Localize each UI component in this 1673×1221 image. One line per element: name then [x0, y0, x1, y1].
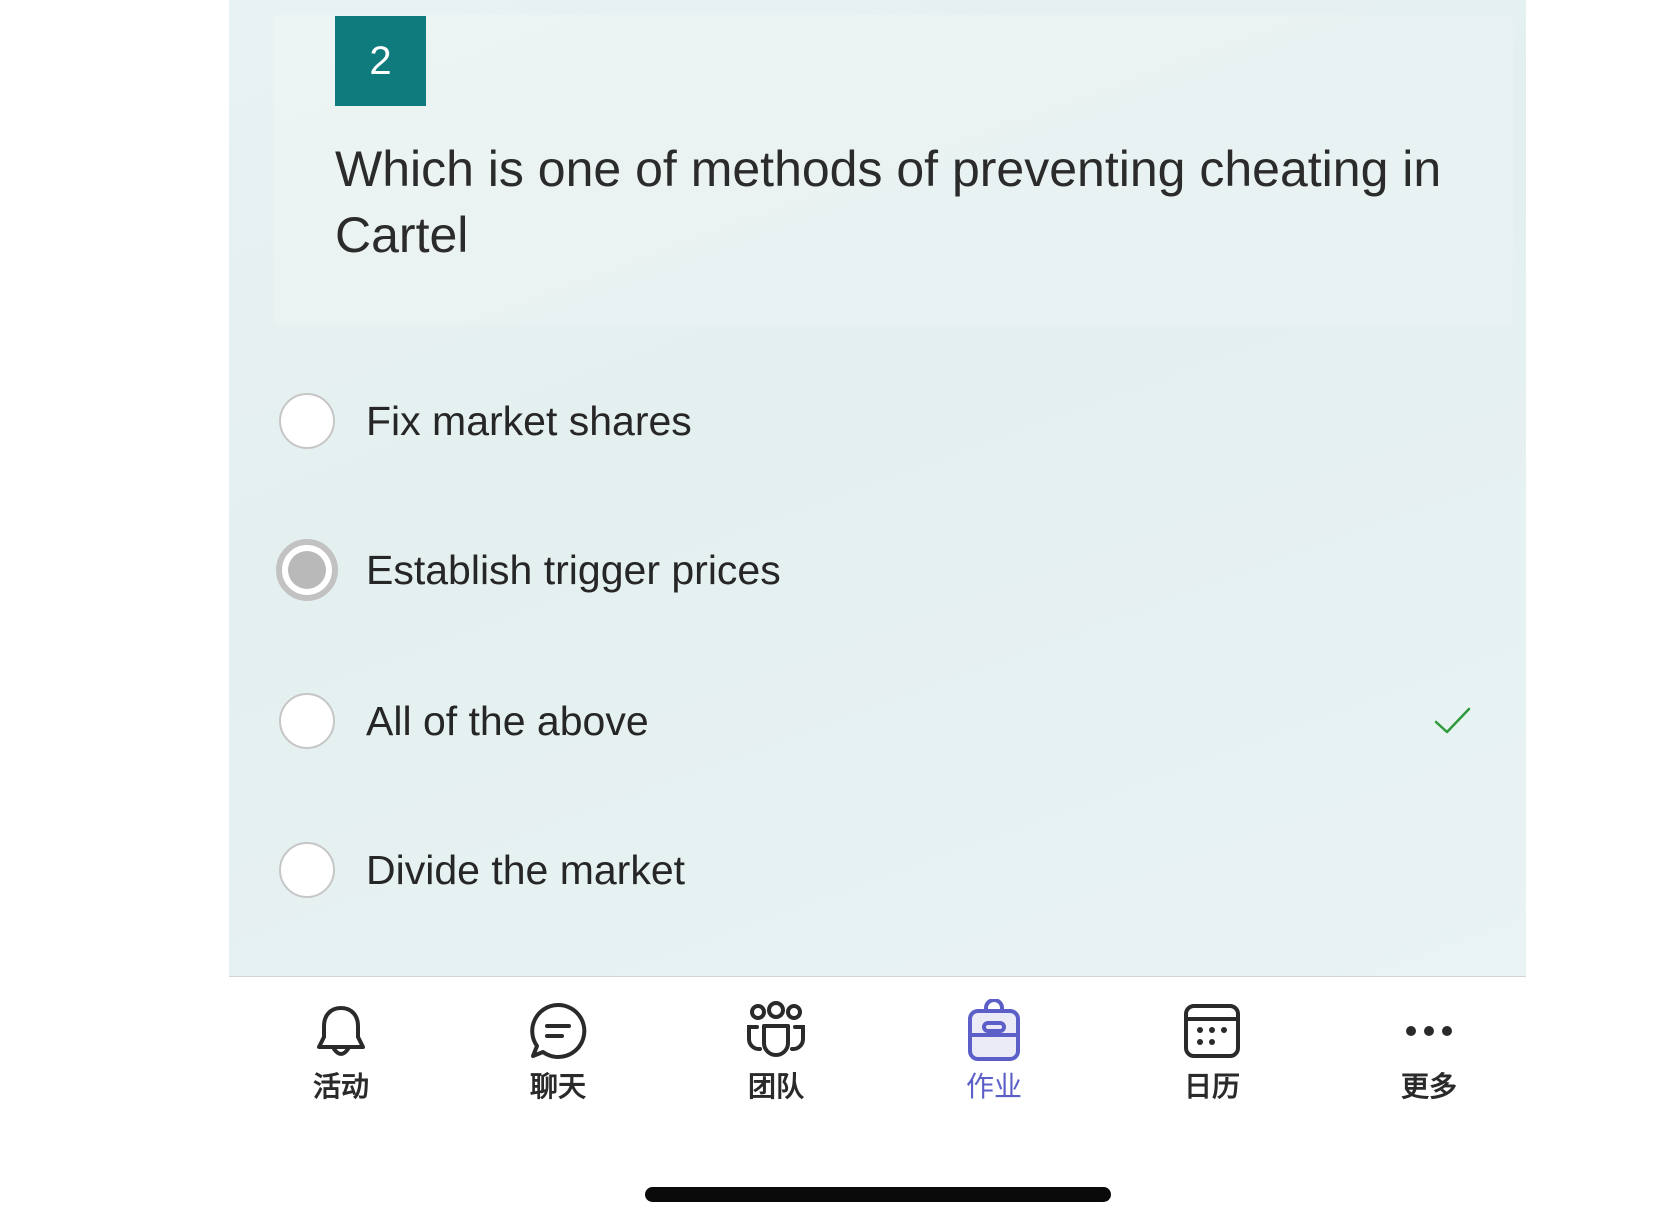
calendar-icon — [1184, 1004, 1240, 1058]
tab-label: 更多 — [1400, 1070, 1457, 1103]
question-text: Which is one of methods of preventing ch… — [335, 141, 1442, 263]
chat-icon — [530, 1002, 587, 1059]
tab-label: 活动 — [312, 1070, 369, 1103]
tab-activity[interactable]: 活动 — [281, 999, 401, 1105]
tab-calendar[interactable]: 日历 — [1152, 999, 1272, 1105]
teams-icon — [746, 1001, 806, 1057]
option-establish-trigger-prices[interactable]: Establish trigger prices — [276, 535, 1479, 605]
question-number-badge: 2 — [335, 16, 426, 106]
tab-label: 团队 — [747, 1070, 804, 1103]
option-label: All of the above — [366, 697, 649, 744]
option-label: Divide the market — [366, 846, 686, 893]
bell-icon — [317, 1006, 365, 1056]
radio-button-selected[interactable] — [276, 539, 338, 601]
correct-check-icon — [1434, 707, 1471, 734]
option-fix-market-shares[interactable]: Fix market shares — [279, 386, 1479, 456]
option-divide-the-market[interactable]: Divide the market — [279, 835, 1479, 905]
tab-teams[interactable]: 团队 — [716, 999, 836, 1105]
tab-assignments[interactable]: 作业 — [934, 999, 1054, 1105]
tab-label: 日历 — [1183, 1070, 1240, 1103]
option-all-of-the-above[interactable]: All of the above — [279, 686, 1479, 756]
option-label: Fix market shares — [366, 397, 692, 444]
quiz-area: 2 Which is one of methods of preventing … — [229, 0, 1526, 976]
tab-more[interactable]: 更多 — [1369, 999, 1489, 1105]
tab-label: 聊天 — [529, 1070, 586, 1103]
phone-screen: 2 Which is one of methods of preventing … — [229, 0, 1526, 1221]
more-icon — [1406, 1026, 1452, 1036]
option-label: Establish trigger prices — [366, 546, 781, 593]
tab-label: 作业 — [965, 1070, 1022, 1103]
radio-button[interactable] — [279, 842, 335, 898]
tab-chat[interactable]: 聊天 — [498, 999, 618, 1105]
home-indicator[interactable] — [645, 1187, 1111, 1202]
radio-button[interactable] — [279, 693, 335, 749]
radio-button[interactable] — [279, 393, 335, 449]
backpack-icon — [968, 999, 1020, 1061]
bottom-tabbar: 活动 聊天 团队 作业 日历 更多 — [229, 977, 1526, 1117]
